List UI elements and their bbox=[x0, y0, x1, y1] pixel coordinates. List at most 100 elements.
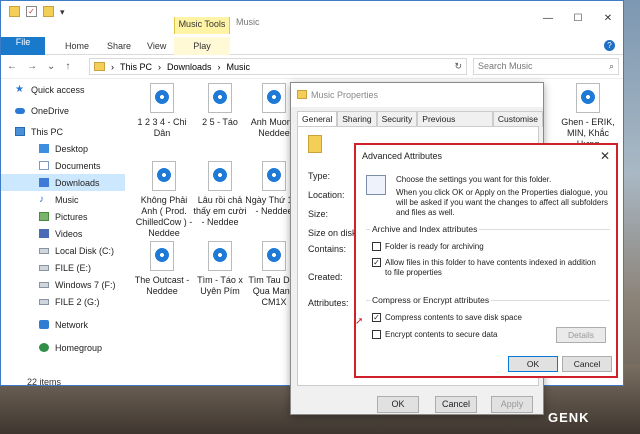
search-input[interactable]: Search Music ⌕ bbox=[473, 58, 619, 75]
properties-title-bar: Music Properties bbox=[291, 83, 543, 107]
compress-encrypt-group: Compress or Encrypt attributes ✓ Compres… bbox=[366, 295, 610, 348]
sidebar-item-quick-access[interactable]: ★ Quick access bbox=[1, 81, 125, 98]
close-button[interactable]: ✕ bbox=[593, 13, 623, 24]
watermark-logo: GENK bbox=[548, 410, 590, 425]
breadcrumb-separator: › bbox=[158, 61, 162, 72]
sidebar-item-homegroup[interactable]: Homegroup bbox=[1, 339, 125, 356]
tab-view[interactable]: View bbox=[147, 37, 166, 55]
group-label: Archive and Index attributes bbox=[370, 224, 480, 234]
apply-button[interactable]: Apply bbox=[491, 396, 533, 413]
drive-icon bbox=[39, 281, 49, 288]
ribbon-tabs: File Home Share View Play ? bbox=[1, 37, 623, 55]
sidebar-item-pictures[interactable]: Pictures bbox=[1, 208, 125, 225]
address-bar-row: ← → ⌄ ↑ › This PC › Downloads › Music ↻ … bbox=[1, 55, 623, 79]
desktop-icon bbox=[39, 144, 49, 153]
list-item[interactable]: 1 2 3 4 - Chi Dân bbox=[133, 83, 191, 139]
contains-label: Contains: bbox=[308, 244, 347, 254]
compress-checkbox-row[interactable]: ✓ Compress contents to save disk space bbox=[372, 313, 602, 323]
music-file-icon bbox=[150, 83, 174, 113]
tab-customise[interactable]: Customise bbox=[492, 111, 543, 127]
recent-locations-icon[interactable]: ⌄ bbox=[47, 61, 55, 72]
intro-text: Choose the settings you want for this fo… bbox=[396, 175, 608, 217]
new-folder-icon[interactable] bbox=[43, 6, 54, 17]
sidebar-item-desktop[interactable]: Desktop bbox=[1, 140, 125, 157]
refresh-icon[interactable]: ↻ bbox=[454, 61, 462, 72]
tab-security[interactable]: Security bbox=[376, 111, 418, 127]
quick-access-toolbar: ✓ ▾ bbox=[9, 6, 68, 17]
address-box[interactable]: › This PC › Downloads › Music ↻ bbox=[89, 58, 467, 75]
list-item[interactable]: The Outcast - Neddee bbox=[133, 241, 191, 297]
sidebar-item-this-pc[interactable]: This PC bbox=[1, 123, 125, 140]
cancel-button[interactable]: Cancel bbox=[435, 396, 477, 413]
type-label: Type: bbox=[308, 171, 331, 181]
sidebar-item-documents[interactable]: Documents bbox=[1, 157, 125, 174]
advanced-attributes-dialog: Advanced Attributes ✕ Choose the setting… bbox=[354, 143, 618, 378]
navigation-buttons: ← → ⌄ ↑ bbox=[7, 61, 70, 72]
encrypt-checkbox-row[interactable]: Encrypt contents to secure data bbox=[372, 330, 542, 340]
close-icon[interactable]: ✕ bbox=[600, 145, 610, 167]
tab-sharing[interactable]: Sharing bbox=[337, 111, 377, 127]
list-item[interactable]: Không Phải Anh ( Prod. ChilledCow ) - Ne… bbox=[135, 161, 193, 239]
title-bar: ✓ ▾ Music Tools Music — ☐ ✕ bbox=[1, 1, 623, 34]
breadcrumb-music[interactable]: Music bbox=[227, 62, 251, 72]
sidebar-item-downloads[interactable]: Downloads bbox=[1, 174, 125, 191]
breadcrumb-downloads[interactable]: Downloads bbox=[167, 62, 212, 72]
list-item[interactable]: Tìm - Táo x Uyên Pím bbox=[191, 241, 249, 297]
window-controls: — ☐ ✕ bbox=[533, 13, 623, 24]
cloud-icon bbox=[15, 107, 25, 114]
help-icon[interactable]: ? bbox=[604, 40, 615, 51]
properties-check-icon[interactable]: ✓ bbox=[26, 6, 37, 17]
sidebar-item-onedrive[interactable]: OneDrive bbox=[1, 102, 125, 119]
attributes-icon bbox=[366, 175, 386, 195]
pointer-arrow-icon: ➚ bbox=[355, 316, 364, 327]
drive-icon bbox=[39, 247, 49, 254]
breadcrumb-separator: › bbox=[111, 61, 114, 72]
archive-index-group: Archive and Index attributes Folder is r… bbox=[366, 224, 610, 291]
sidebar-item-videos[interactable]: Videos bbox=[1, 225, 125, 242]
drive-icon bbox=[39, 264, 49, 271]
tab-home[interactable]: Home bbox=[65, 37, 89, 55]
back-arrow-icon[interactable]: ← bbox=[7, 61, 17, 72]
maximize-button[interactable]: ☐ bbox=[563, 13, 593, 24]
list-item[interactable]: Lâu rồi chả thấy em cười - Neddee bbox=[191, 161, 249, 228]
sidebar-item-network[interactable]: Network bbox=[1, 316, 125, 333]
minimize-button[interactable]: — bbox=[533, 13, 563, 24]
breadcrumb-this-pc[interactable]: This PC bbox=[120, 62, 152, 72]
forward-arrow-icon[interactable]: → bbox=[27, 61, 37, 72]
folder-icon bbox=[94, 62, 105, 71]
computer-icon bbox=[15, 127, 25, 136]
tab-play[interactable]: Play bbox=[174, 37, 230, 55]
ok-button[interactable]: OK bbox=[508, 356, 558, 372]
folder-icon bbox=[9, 6, 20, 17]
list-item[interactable]: 2 5 - Táo bbox=[191, 83, 249, 128]
sidebar-item-file-2-g[interactable]: FILE 2 (G:) bbox=[1, 293, 125, 310]
network-icon bbox=[39, 320, 49, 329]
videos-icon bbox=[39, 229, 49, 238]
breadcrumb-separator: › bbox=[217, 61, 221, 72]
archive-checkbox-row[interactable]: Folder is ready for archiving bbox=[372, 242, 602, 252]
sidebar-item-windows-7-f[interactable]: Windows 7 (F:) bbox=[1, 276, 125, 293]
up-arrow-icon[interactable]: ↑ bbox=[65, 61, 70, 72]
ok-button[interactable]: OK bbox=[377, 396, 419, 413]
compress-checkbox[interactable]: ✓ bbox=[372, 313, 381, 322]
sidebar-item-file-e[interactable]: FILE (E:) bbox=[1, 259, 125, 276]
sidebar-item-music[interactable]: ♪ Music bbox=[1, 191, 125, 208]
encrypt-checkbox[interactable] bbox=[372, 330, 381, 339]
sidebar-item-local-disk-c[interactable]: Local Disk (C:) bbox=[1, 242, 125, 259]
tab-previous-versions[interactable]: Previous Versions bbox=[417, 111, 493, 139]
tab-share[interactable]: Share bbox=[107, 37, 131, 55]
index-checkbox-row[interactable]: ✓ Allow files in this folder to have con… bbox=[372, 258, 602, 278]
cancel-button[interactable]: Cancel bbox=[562, 356, 612, 372]
archive-checkbox[interactable] bbox=[372, 242, 381, 251]
size-label: Size: bbox=[308, 209, 329, 219]
properties-title: Music Properties bbox=[311, 90, 379, 100]
size-on-disk-label: Size on disk: bbox=[308, 228, 360, 238]
music-file-icon bbox=[152, 161, 176, 191]
documents-icon bbox=[39, 161, 49, 170]
details-button[interactable]: Details bbox=[556, 327, 606, 343]
navigation-pane: ★ Quick access OneDrive This PC Desktop D… bbox=[1, 81, 125, 356]
tab-file[interactable]: File bbox=[1, 37, 45, 55]
list-item[interactable]: Ghen - ERIK, MIN, Khắc Hưng bbox=[559, 83, 617, 150]
index-checkbox[interactable]: ✓ bbox=[372, 258, 381, 267]
customize-toolbar-icon[interactable]: ▾ bbox=[60, 7, 68, 16]
